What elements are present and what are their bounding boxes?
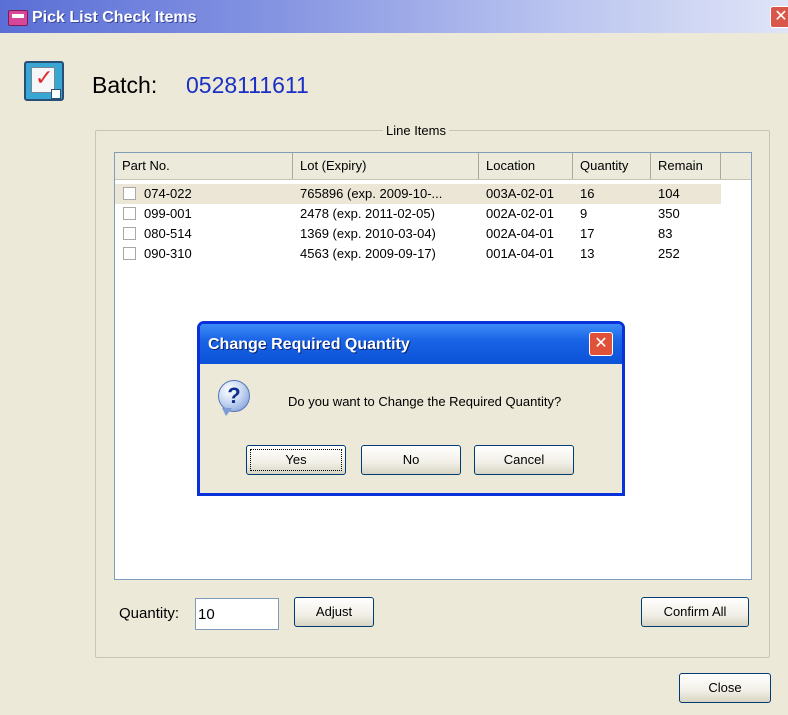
pick-list-window: Pick List Check Items ✕ ✓ Batch: 0528111…: [0, 0, 788, 715]
cell-remain: 350: [658, 206, 680, 221]
cell-location: 001A-04-01: [486, 246, 554, 261]
cell-location: 002A-04-01: [486, 226, 554, 241]
no-button[interactable]: No: [361, 445, 461, 475]
batch-label: Batch:: [92, 72, 158, 98]
table-row[interactable]: 080-514 1369 (exp. 2010-03-04) 002A-04-0…: [115, 224, 721, 244]
dialog-title: Change Required Quantity: [208, 336, 410, 353]
cell-remain: 252: [658, 246, 680, 261]
line-items-legend: Line Items: [383, 123, 449, 138]
column-header-quantity[interactable]: Quantity: [573, 153, 651, 179]
column-header-filler: [721, 153, 751, 179]
table-row[interactable]: 090-310 4563 (exp. 2009-09-17) 001A-04-0…: [115, 244, 721, 264]
cell-location: 003A-02-01: [486, 186, 554, 201]
row-checkbox[interactable]: [123, 207, 136, 220]
checklist-icon: ✓: [24, 61, 64, 101]
column-header-part-no[interactable]: Part No.: [115, 153, 293, 179]
cell-quantity: 13: [580, 246, 595, 261]
cell-lot-expiry: 765896 (exp. 2009-10-...: [300, 186, 443, 201]
row-checkbox[interactable]: [123, 187, 136, 200]
column-header-lot-expiry[interactable]: Lot (Expiry): [293, 153, 479, 179]
cell-location: 002A-02-01: [486, 206, 554, 221]
cell-remain: 83: [658, 226, 673, 241]
window-title-bar[interactable]: Pick List Check Items ✕: [0, 0, 788, 33]
cell-part-no: 090-310: [144, 246, 192, 261]
quantity-label: Quantity:: [119, 605, 180, 622]
column-header-location[interactable]: Location: [479, 153, 573, 179]
batch-number: 0528111611: [186, 72, 309, 98]
list-header: Part No. Lot (Expiry) Location Quantity …: [115, 153, 751, 180]
column-header-remain[interactable]: Remain: [651, 153, 721, 179]
dialog-message: Do you want to Change the Required Quant…: [288, 394, 562, 409]
adjust-button[interactable]: Adjust: [294, 597, 374, 627]
question-icon-tail: [222, 408, 232, 416]
cell-quantity: 16: [580, 186, 595, 201]
table-row[interactable]: 099-001 2478 (exp. 2011-02-05) 002A-02-0…: [115, 204, 721, 224]
confirm-all-button[interactable]: Confirm All: [641, 597, 749, 627]
close-button[interactable]: Close: [679, 673, 771, 703]
yes-button[interactable]: Yes: [246, 445, 346, 475]
app-icon: [8, 10, 28, 26]
dialog-title-bar[interactable]: Change Required Quantity ✕: [200, 324, 622, 364]
cell-part-no: 074-022: [144, 186, 192, 201]
cell-lot-expiry: 2478 (exp. 2011-02-05): [300, 206, 435, 221]
row-checkbox[interactable]: [123, 247, 136, 260]
change-quantity-dialog: Change Required Quantity ✕ ? Do you want…: [197, 321, 625, 496]
cell-quantity: 17: [580, 226, 595, 241]
window-close-button[interactable]: ✕: [770, 6, 788, 28]
row-checkbox[interactable]: [123, 227, 136, 240]
quantity-input[interactable]: [195, 598, 279, 630]
cancel-button[interactable]: Cancel: [474, 445, 574, 475]
cell-lot-expiry: 4563 (exp. 2009-09-17): [300, 246, 436, 261]
cell-part-no: 099-001: [144, 206, 192, 221]
window-title: Pick List Check Items: [32, 9, 197, 26]
table-row[interactable]: 074-022 765896 (exp. 2009-10-... 003A-02…: [115, 184, 721, 204]
dialog-close-button[interactable]: ✕: [589, 332, 613, 356]
cell-part-no: 080-514: [144, 226, 192, 241]
cell-remain: 104: [658, 186, 680, 201]
cell-lot-expiry: 1369 (exp. 2010-03-04): [300, 226, 436, 241]
cell-quantity: 9: [580, 206, 588, 221]
